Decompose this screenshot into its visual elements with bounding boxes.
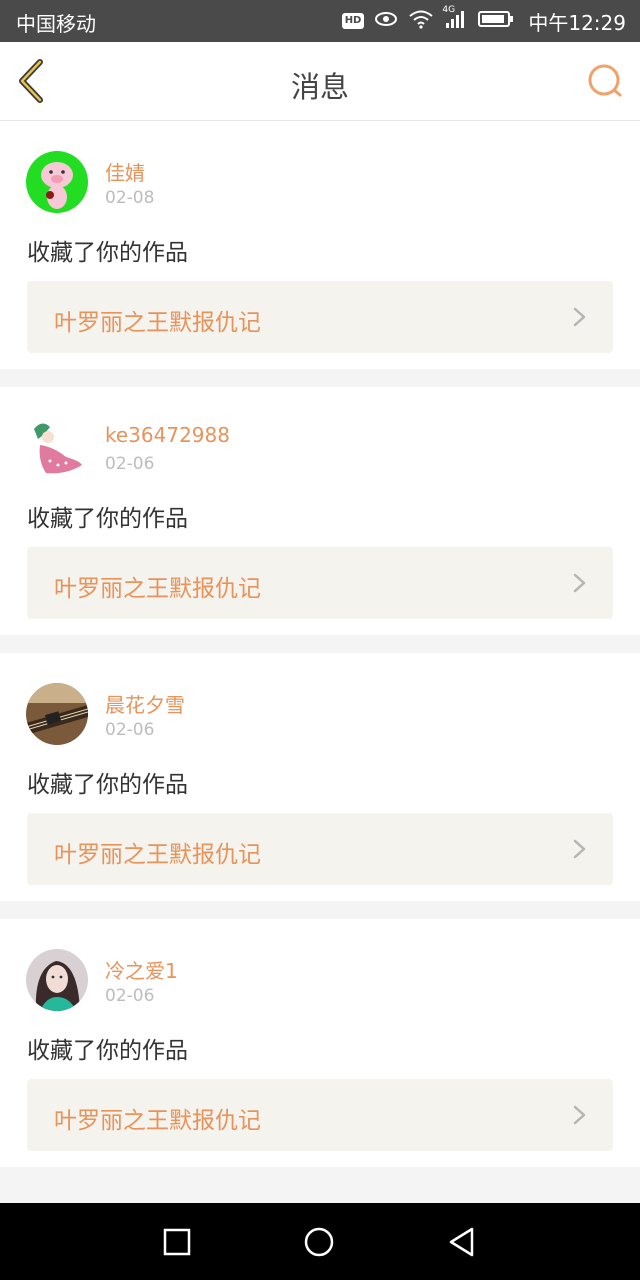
- pink-pig-avatar-icon: [26, 151, 88, 213]
- wifi-icon: [408, 9, 434, 33]
- work-link[interactable]: 叶罗丽之王默报仇记: [27, 281, 613, 353]
- search-icon: [588, 64, 622, 97]
- chevron-right-icon: [573, 1105, 586, 1125]
- chevron-right-icon: [573, 307, 586, 327]
- message-text: 收藏了你的作品: [27, 1038, 188, 1064]
- work-link[interactable]: 叶罗丽之王默报仇记: [27, 547, 613, 619]
- message-date: 02-06: [105, 986, 155, 1006]
- page-title: 消息: [290, 70, 349, 104]
- carrier-name: 中国移动: [16, 12, 96, 36]
- user-name[interactable]: 佳婧: [105, 157, 145, 186]
- status-icons: HD 4G 中午12:29: [341, 0, 626, 42]
- system-back-button[interactable]: [446, 1226, 478, 1258]
- circle-icon: [304, 1227, 334, 1257]
- message-item: 冷之爱1 02-06 收藏了你的作品 叶罗丽之王默报仇记: [0, 919, 640, 1167]
- home-button[interactable]: [303, 1226, 335, 1258]
- chevron-right-icon: [573, 839, 586, 859]
- avatar[interactable]: [26, 949, 88, 1011]
- guzheng-photo-avatar-icon: [26, 683, 88, 745]
- work-link[interactable]: 叶罗丽之王默报仇记: [27, 1079, 613, 1151]
- message-item: 晨花夕雪 02-06 收藏了你的作品 叶罗丽之王默报仇记: [0, 653, 640, 901]
- clock: 中午12:29: [528, 10, 626, 35]
- search-button[interactable]: [586, 62, 624, 100]
- avatar[interactable]: [26, 151, 88, 213]
- message-item: 佳婧 02-08 收藏了你的作品 叶罗丽之王默报仇记: [0, 121, 640, 369]
- girl-photo-avatar-icon: [26, 949, 88, 1011]
- message-list: 佳婧 02-08 收藏了你的作品 叶罗丽之王默报仇记 ke36472988 02…: [0, 121, 640, 1185]
- message-text: 收藏了你的作品: [27, 772, 188, 798]
- message-item: ke36472988 02-06 收藏了你的作品 叶罗丽之王默报仇记: [0, 387, 640, 635]
- work-title: 叶罗丽之王默报仇记: [54, 576, 261, 602]
- message-date: 02-06: [105, 720, 155, 740]
- work-title: 叶罗丽之王默报仇记: [54, 842, 261, 868]
- system-navigation-bar: [0, 1203, 640, 1280]
- hd-badge: HD: [341, 13, 365, 29]
- square-icon: [163, 1228, 191, 1256]
- message-date: 02-08: [105, 188, 155, 208]
- signal-icon: 4G: [442, 5, 468, 33]
- avatar[interactable]: [26, 683, 88, 745]
- work-title: 叶罗丽之王默报仇记: [54, 310, 261, 336]
- triangle-back-icon: [449, 1227, 474, 1257]
- eye-icon: [374, 10, 398, 32]
- message-text: 收藏了你的作品: [27, 240, 188, 266]
- network-type: 4G: [442, 5, 456, 15]
- user-name[interactable]: 冷之爱1: [105, 955, 178, 984]
- user-name[interactable]: ke36472988: [105, 423, 230, 447]
- battery-icon: [478, 10, 514, 32]
- header: 消息: [0, 42, 640, 121]
- work-title: 叶罗丽之王默报仇记: [54, 1108, 261, 1134]
- recent-apps-button[interactable]: [161, 1226, 193, 1258]
- user-name[interactable]: 晨花夕雪: [105, 689, 185, 718]
- status-bar: 中国移动 HD 4G 中午12:29: [0, 0, 640, 42]
- pink-doll-avatar-icon: [26, 417, 88, 479]
- message-text: 收藏了你的作品: [27, 506, 188, 532]
- chevron-right-icon: [573, 573, 586, 593]
- avatar[interactable]: [26, 417, 88, 479]
- work-link[interactable]: 叶罗丽之王默报仇记: [27, 813, 613, 885]
- message-date: 02-06: [105, 454, 155, 474]
